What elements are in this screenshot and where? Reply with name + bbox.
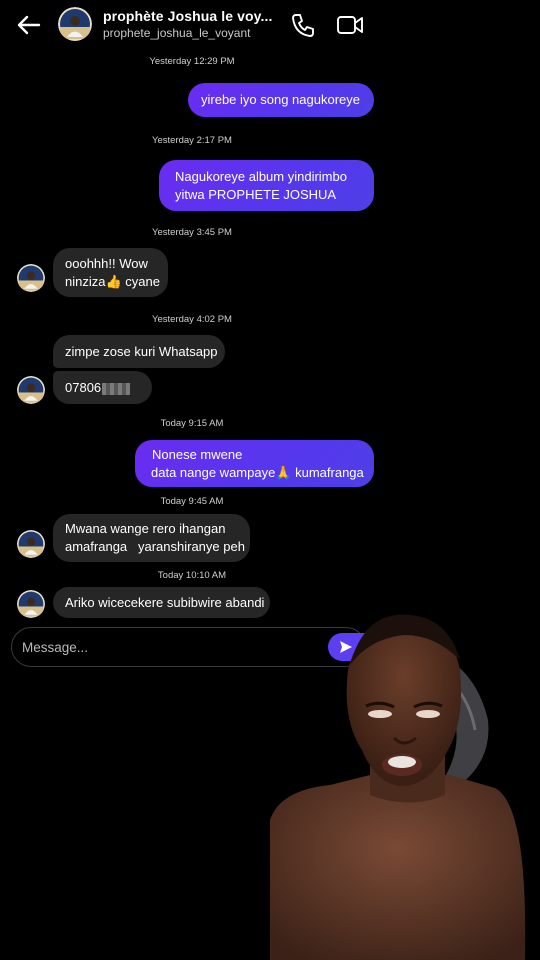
phone-icon[interactable] <box>290 12 316 38</box>
redaction-blur <box>102 382 131 395</box>
message-text: 07806 <box>65 379 131 397</box>
avatar[interactable] <box>58 7 92 41</box>
reaction-video-person <box>270 614 526 960</box>
message-input[interactable] <box>22 637 312 657</box>
message-bubble-incoming[interactable]: ooohhh!! Wow ninziza👍 cyane <box>53 248 168 297</box>
video-camera-icon[interactable] <box>336 12 364 38</box>
message-text: Nonese mwene <box>152 447 243 462</box>
contact-name[interactable]: prophète Joshua le voy... <box>103 8 273 24</box>
avatar[interactable] <box>17 264 45 292</box>
message-text: yitwa PROPHETE JOSHUA <box>175 187 337 202</box>
timestamp: Yesterday 12:29 PM <box>149 56 235 67</box>
message-bubble-incoming[interactable]: Mwana wange rero ihangan amafranga yaran… <box>53 514 250 562</box>
message-text: yirebe iyo song nagukoreye <box>201 92 360 107</box>
timestamp: Yesterday 2:17 PM <box>152 135 232 146</box>
message-bubble-incoming[interactable]: 07806 <box>53 371 152 404</box>
chat-header: prophète Joshua le voy... prophete_joshu… <box>0 0 540 50</box>
message-bubble-incoming[interactable]: zimpe zose kuri Whatsapp <box>53 335 225 368</box>
message-text: Nagukoreye album yindirimbo <box>175 169 347 184</box>
message-text: Mwana wange rero ihangan <box>65 521 226 536</box>
avatar[interactable] <box>17 590 45 618</box>
avatar[interactable] <box>17 530 45 558</box>
contact-username: prophete_joshua_le_voyant <box>103 26 251 40</box>
message-text: Ariko wicecekere subibwire abandi <box>65 595 265 610</box>
message-bubble-outgoing[interactable]: yirebe iyo song nagukoreye <box>188 83 374 117</box>
timestamp: Yesterday 4:02 PM <box>152 314 232 325</box>
message-text: data nange wampaye🙏 kumafranga <box>151 465 364 480</box>
message-text: ninziza👍 cyane <box>65 274 160 289</box>
arrow-left-icon[interactable] <box>14 10 44 40</box>
message-text: zimpe zose kuri Whatsapp <box>65 344 218 359</box>
message-text: amafranga yaranshiranye peh <box>65 539 245 554</box>
message-bubble-incoming[interactable]: Ariko wicecekere subibwire abandi <box>53 587 270 618</box>
message-text: ooohhh!! Wow <box>65 256 148 271</box>
message-bubble-outgoing[interactable]: Nonese mwene data nange wampaye🙏 kumafra… <box>135 440 374 487</box>
message-bubble-outgoing[interactable]: Nagukoreye album yindirimbo yitwa PROPHE… <box>159 160 374 211</box>
avatar[interactable] <box>17 376 45 404</box>
timestamp: Today 9:15 AM <box>160 418 224 429</box>
timestamp: Today 9:45 AM <box>160 496 224 507</box>
timestamp: Yesterday 3:45 PM <box>152 227 232 238</box>
timestamp: Today 10:10 AM <box>157 570 227 581</box>
